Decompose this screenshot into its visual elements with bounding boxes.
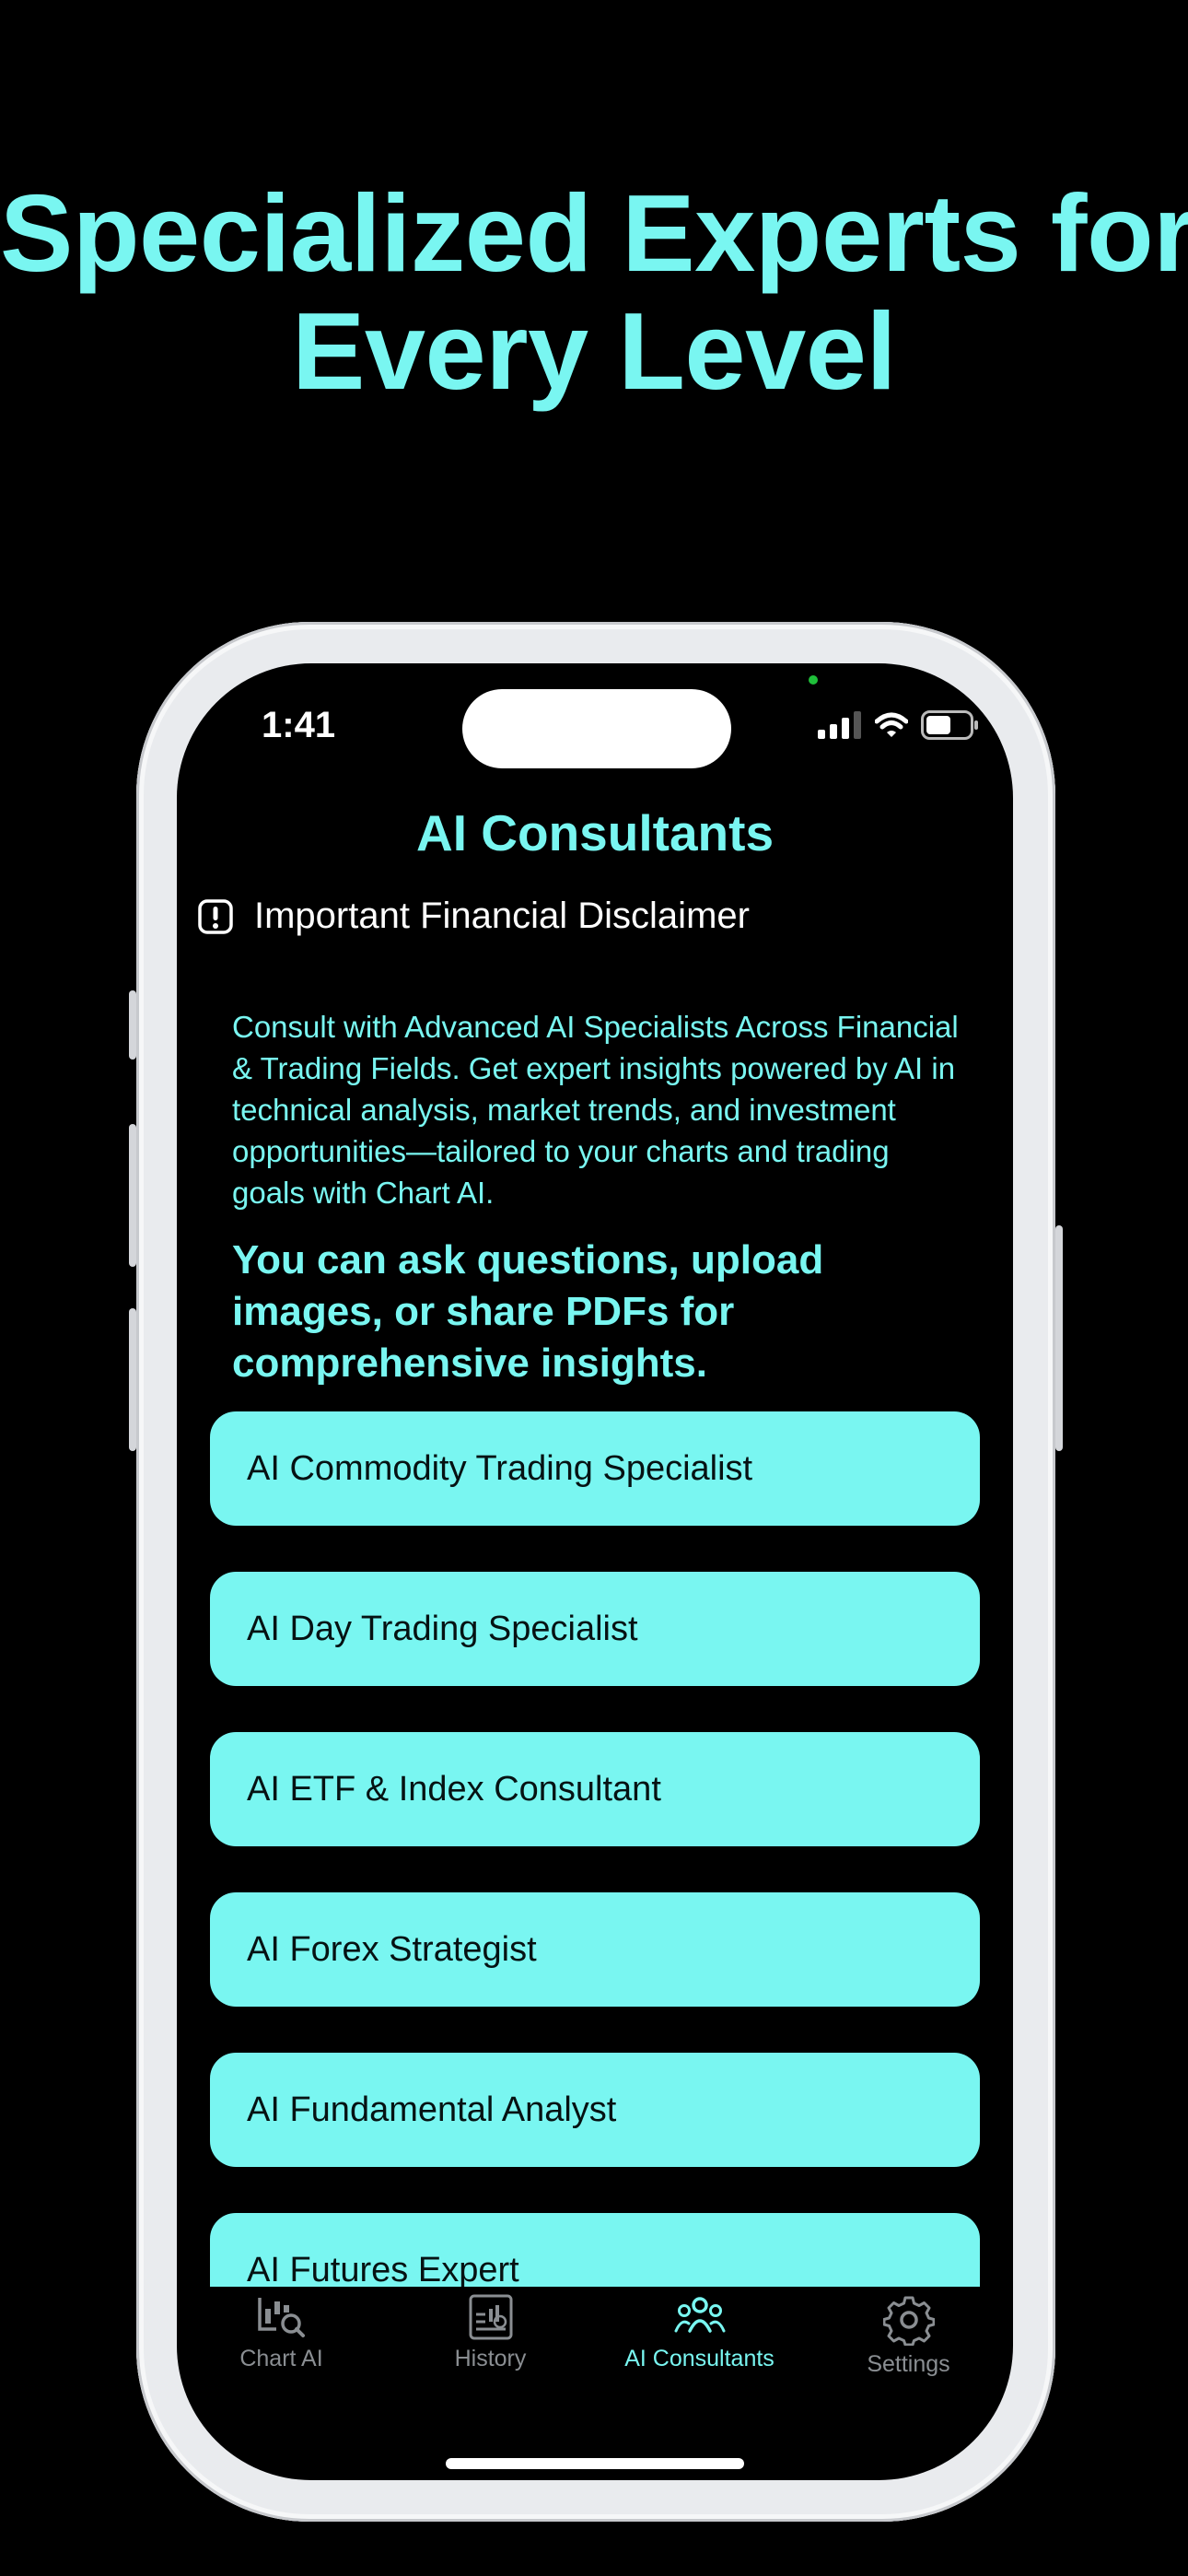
battery-icon — [921, 710, 978, 740]
headline-line-1: Specialized Experts for — [0, 172, 1188, 295]
tab-chart-ai[interactable]: Chart AI — [181, 2294, 383, 2372]
volume-down-button — [129, 1308, 136, 1451]
ask-text: You can ask questions, upload images, or… — [232, 1237, 824, 1386]
camera-indicator — [809, 675, 818, 685]
consultant-label: AI Day Trading Specialist — [247, 1609, 638, 1648]
consultant-label: AI Commodity Trading Specialist — [247, 1448, 753, 1488]
consultant-label: AI ETF & Index Consultant — [247, 1769, 661, 1809]
tab-label: Settings — [867, 2351, 950, 2377]
tab-settings[interactable]: Settings — [808, 2294, 1010, 2378]
tab-bar: Chart AI History AI Consultants Settings — [177, 2294, 1013, 2423]
consultant-card-fundamental[interactable]: AI Fundamental Analyst — [210, 2053, 980, 2167]
page-title: AI Consultants — [415, 804, 775, 861]
consultant-label: AI Futures Expert — [247, 2250, 519, 2288]
signal-icon — [818, 711, 861, 739]
consultant-card-commodity[interactable]: AI Commodity Trading Specialist — [210, 1411, 980, 1526]
disclaimer-link[interactable]: Important Financial Disclaimer — [197, 896, 750, 937]
consultant-label: AI Forex Strategist — [247, 1929, 537, 1969]
headline-line-2: Every Level — [291, 290, 897, 413]
disclaimer-label: Important Financial Disclaimer — [254, 896, 750, 936]
consultant-card-futures[interactable]: AI Futures Expert — [210, 2213, 980, 2287]
consultant-card-forex[interactable]: AI Forex Strategist — [210, 1892, 980, 2007]
consultant-card-day-trading[interactable]: AI Day Trading Specialist — [210, 1572, 980, 1686]
volume-up-button — [129, 1124, 136, 1267]
consultant-card-etf-index[interactable]: AI ETF & Index Consultant — [210, 1732, 980, 1846]
dynamic-island — [462, 689, 731, 768]
people-icon — [674, 2297, 725, 2333]
history-icon — [469, 2294, 512, 2340]
tab-history[interactable]: History — [390, 2294, 592, 2372]
tab-label: Chart AI — [239, 2346, 323, 2371]
status-icons — [818, 709, 980, 741]
exclamation-icon — [198, 898, 233, 934]
gear-icon — [882, 2296, 935, 2346]
home-indicator[interactable] — [446, 2458, 744, 2469]
headline: Specialized Experts for Every Level — [0, 175, 1188, 411]
power-button — [1055, 1225, 1063, 1451]
wifi-icon — [875, 712, 908, 737]
tab-label: History — [454, 2346, 527, 2371]
phone-screen: 1:41 AI Consultants Important Financial … — [177, 663, 1013, 2480]
consultant-label: AI Fundamental Analyst — [247, 2090, 617, 2129]
status-time: 1:41 — [262, 705, 336, 745]
tab-label: AI Consultants — [624, 2346, 775, 2371]
consultant-list[interactable]: AI Commodity Trading Specialist AI Day T… — [210, 1411, 980, 2287]
action-button — [129, 990, 136, 1060]
chart-search-icon — [257, 2298, 305, 2337]
tab-ai-consultants[interactable]: AI Consultants — [599, 2294, 801, 2372]
intro-text: Consult with Advanced AI Specialists Acr… — [232, 1010, 959, 1210]
